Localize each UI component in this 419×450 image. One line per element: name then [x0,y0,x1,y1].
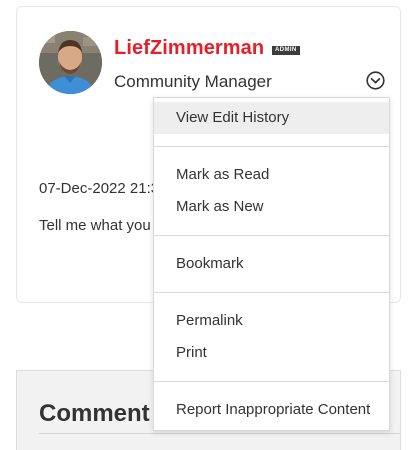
menu-divider [154,146,389,147]
author-rank: Community Manager [114,72,272,91]
menu-item-mark-as-read[interactable]: Mark as Read [154,159,389,191]
menu-divider [154,292,389,293]
admin-badge: ADMIN [272,46,300,55]
comment-panel-title: Comment [39,400,150,427]
page: LiefZimmerman ADMIN Community Manager 07… [0,0,419,450]
author-name[interactable]: LiefZimmerman [114,35,264,61]
post-options-menu: View Edit History Mark as Read Mark as N… [153,97,390,431]
menu-item-mark-as-new[interactable]: Mark as New [154,191,389,223]
post-body: Tell me what you [39,217,151,234]
chevron-down-circle-icon[interactable] [366,71,385,90]
menu-item-bookmark[interactable]: Bookmark [154,248,389,280]
menu-item-print[interactable]: Print [154,337,389,369]
menu-item-permalink[interactable]: Permalink [154,305,389,337]
divider [39,433,400,434]
menu-divider [154,235,389,236]
avatar-image [39,31,102,94]
menu-item-view-edit-history[interactable]: View Edit History [154,102,389,134]
menu-divider [154,381,389,382]
post-date: 07-Dec-2022 21:3 [39,180,160,197]
menu-item-report-inappropriate-content[interactable]: Report Inappropriate Content [154,394,389,426]
avatar[interactable] [39,31,102,94]
